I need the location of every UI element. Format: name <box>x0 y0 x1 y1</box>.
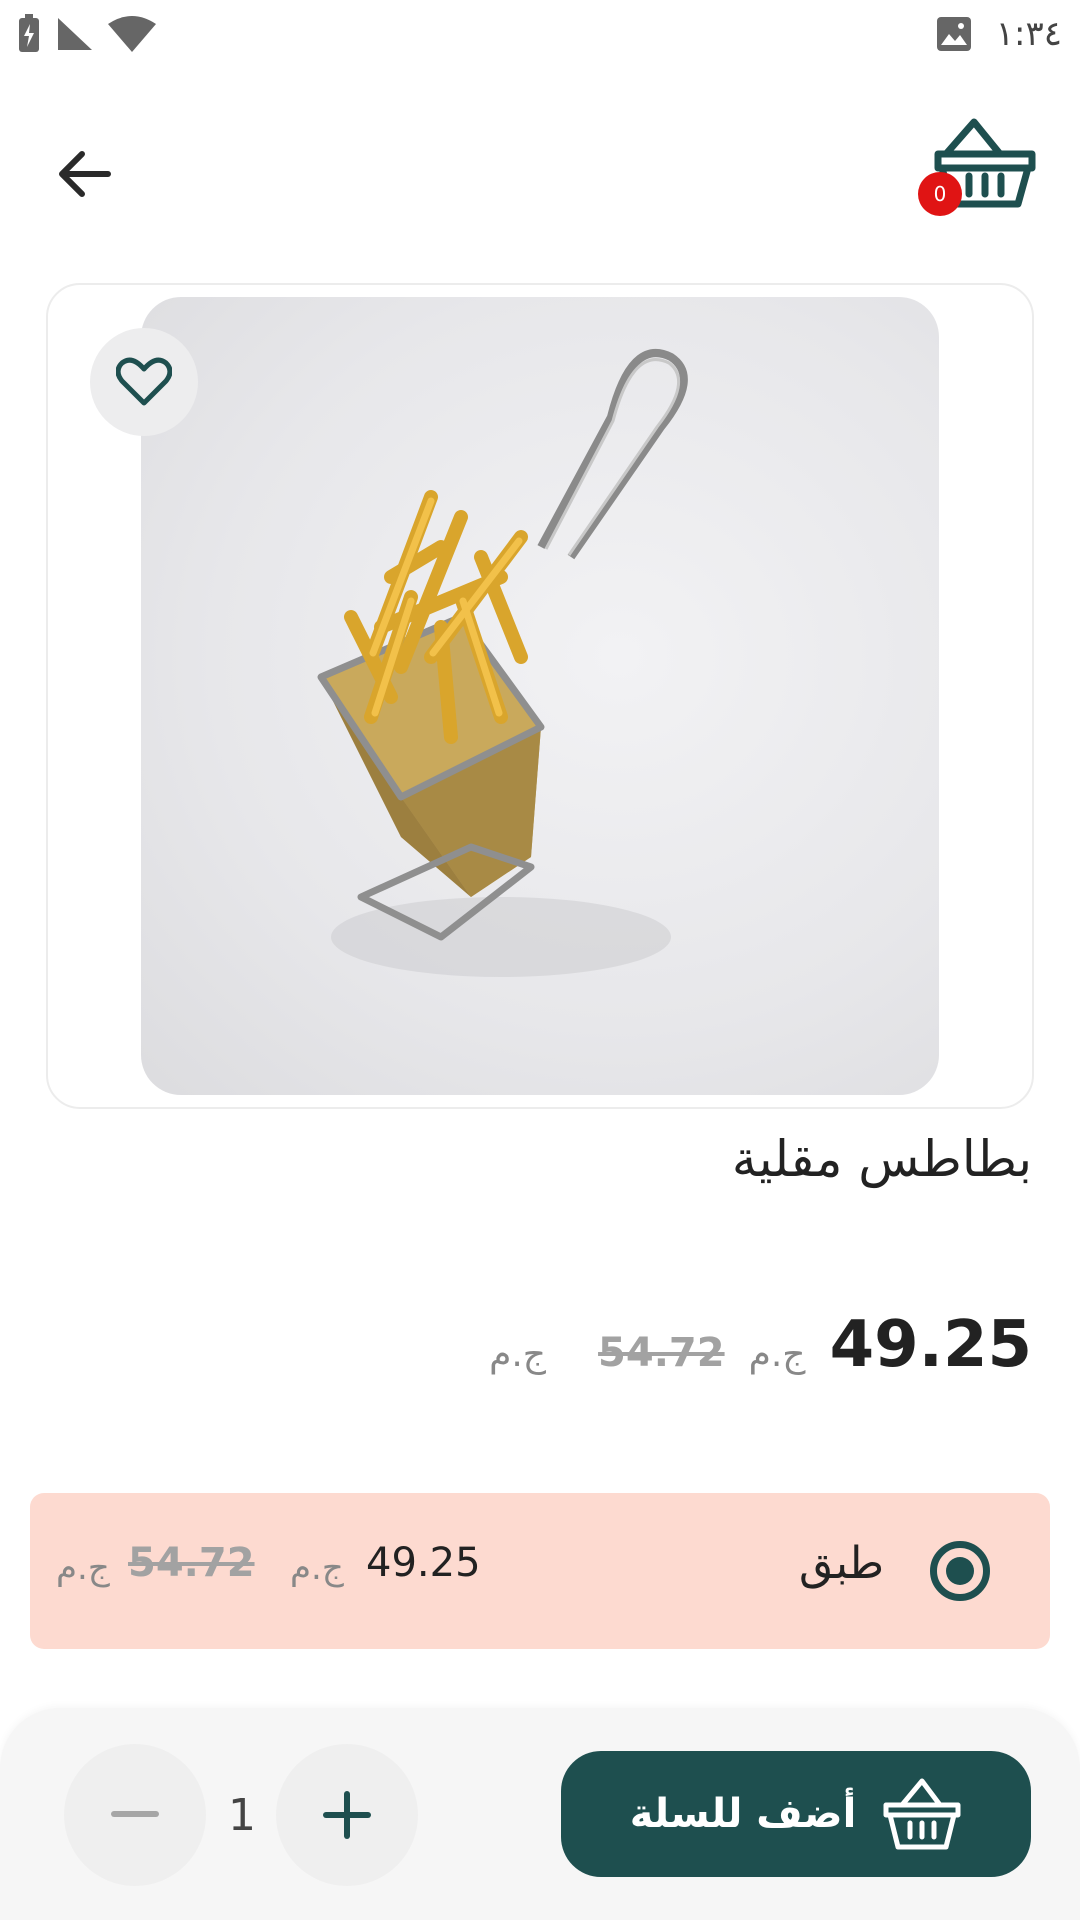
heart-icon <box>116 357 172 406</box>
add-to-cart-label: أضف للسلة <box>629 1791 857 1837</box>
status-bar: ١:٣٤ <box>0 0 1080 70</box>
product-price-currency: ج.م <box>748 1334 806 1375</box>
wifi-icon <box>108 16 156 52</box>
status-icons-right: ١:٣٤ <box>936 14 1062 54</box>
variant-old-price-currency: ج.م <box>56 1548 110 1588</box>
variant-price-currency: ج.م <box>290 1548 344 1588</box>
basket-icon <box>883 1778 961 1850</box>
product-old-price-currency: ج.م <box>489 1334 547 1375</box>
variant-radio-button[interactable] <box>930 1541 990 1601</box>
back-button[interactable] <box>48 138 120 210</box>
fries-basket-illustration <box>317 349 688 977</box>
status-icons-left <box>16 14 156 54</box>
arrow-left-icon <box>59 151 111 197</box>
variant-label: طبق <box>799 1538 884 1589</box>
battery-charging-icon <box>19 14 39 52</box>
quantity-value: 1 <box>228 1790 256 1841</box>
cell-signal-icon <box>58 18 92 50</box>
product-title: بطاطس مقلية <box>731 1130 1032 1188</box>
variant-price: 49.25 <box>366 1540 481 1586</box>
quantity-decrease-button[interactable] <box>64 1744 206 1886</box>
cart-count-badge: 0 <box>918 172 962 216</box>
price-row: 49.25 ج.م 54.72 ج.م <box>489 1308 1032 1382</box>
radio-selected-dot <box>946 1557 974 1585</box>
quantity-increase-button[interactable] <box>276 1744 418 1886</box>
product-price: 49.25 <box>829 1308 1032 1382</box>
variant-old-price: 54.72 <box>128 1540 255 1586</box>
favorite-button[interactable] <box>90 328 198 436</box>
plus-icon <box>323 1791 371 1839</box>
product-photo <box>141 297 939 1095</box>
status-time: ١:٣٤ <box>995 14 1062 54</box>
image-notification-icon <box>936 17 971 51</box>
product-old-price: 54.72 <box>598 1330 725 1376</box>
add-to-cart-button[interactable]: أضف للسلة <box>561 1751 1031 1877</box>
minus-icon <box>111 1811 159 1817</box>
